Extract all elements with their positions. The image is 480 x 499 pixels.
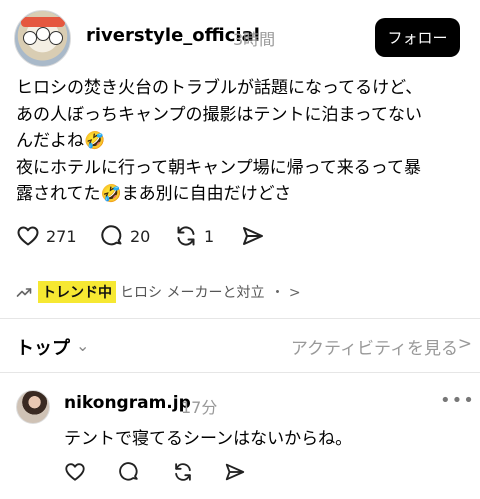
post-actions: 271 20 1 bbox=[16, 224, 316, 252]
chevron-right-icon[interactable]: > bbox=[458, 334, 472, 354]
share-button[interactable] bbox=[241, 224, 265, 248]
avatar[interactable] bbox=[14, 10, 71, 67]
repost-button[interactable]: 1 bbox=[174, 224, 214, 248]
reply-comment-button[interactable] bbox=[118, 461, 140, 483]
share-icon bbox=[243, 227, 263, 245]
comment-icon bbox=[101, 225, 122, 246]
trend-more: ・ > bbox=[270, 285, 301, 301]
divider bbox=[0, 372, 480, 373]
post-text-line: 夜にホテルに行って朝キャンプ場に帰って来るって暴 bbox=[16, 157, 421, 178]
more-options-icon[interactable]: ••• bbox=[440, 390, 475, 411]
comment-count: 20 bbox=[130, 226, 151, 246]
reply-username[interactable]: nikongram.jp bbox=[64, 393, 191, 413]
reply-share-button[interactable] bbox=[224, 461, 246, 483]
post-text: ヒロシの焚き火台のトラブルが話題になってるけど、 あの人ぼっちキャンプの撮影はテ… bbox=[16, 75, 472, 208]
repost-icon bbox=[177, 226, 195, 246]
chevron-down-icon[interactable]: ⌄ bbox=[76, 336, 89, 355]
view-activity-link[interactable]: アクティビティを見る bbox=[291, 334, 458, 359]
divider bbox=[0, 318, 480, 319]
like-button[interactable]: 271 bbox=[16, 224, 77, 248]
share-icon bbox=[225, 463, 245, 481]
post-text-line: 露されてた🤣まあ別に自由だけどさ bbox=[16, 184, 292, 204]
reply-actions bbox=[64, 461, 264, 485]
sort-dropdown-label[interactable]: トップ bbox=[16, 334, 70, 360]
reply-avatar[interactable] bbox=[16, 390, 50, 424]
follow-button[interactable]: フォロー bbox=[375, 18, 460, 57]
like-count: 271 bbox=[46, 226, 77, 246]
reply-timestamp: 17分 bbox=[181, 398, 218, 417]
reply-like-button[interactable] bbox=[64, 461, 86, 483]
trend-badge: トレンド中 bbox=[38, 281, 116, 303]
post-timestamp: 3時間 bbox=[233, 30, 276, 49]
heart-icon bbox=[17, 226, 39, 246]
trend-topic: ヒロシ メーカーと対立 bbox=[120, 285, 265, 301]
replies-sort-row: トップ ⌄ アクティビティを見る > bbox=[0, 330, 480, 360]
comment-button[interactable]: 20 bbox=[100, 224, 150, 248]
repost-count: 1 bbox=[204, 226, 215, 246]
reply-repost-button[interactable] bbox=[172, 461, 194, 483]
reply-text: テントで寝てるシーンはないからね。 bbox=[64, 429, 353, 449]
trend-row[interactable]: トレンド中 ヒロシ メーカーと対立 ・ > bbox=[16, 280, 301, 304]
post-text-line: あの人ぼっちキャンプの撮影はテントに泊まってない bbox=[16, 104, 422, 125]
heart-icon bbox=[65, 463, 85, 481]
trending-icon bbox=[16, 288, 32, 297]
repost-icon bbox=[175, 463, 191, 481]
post-text-line: んだよね🤣 bbox=[16, 131, 106, 151]
post-text-line: ヒロシの焚き火台のトラブルが話題になってるけど、 bbox=[16, 78, 423, 98]
post-header: riverstyle_official 3時間 フォロー bbox=[0, 0, 480, 72]
comment-icon bbox=[119, 462, 138, 481]
